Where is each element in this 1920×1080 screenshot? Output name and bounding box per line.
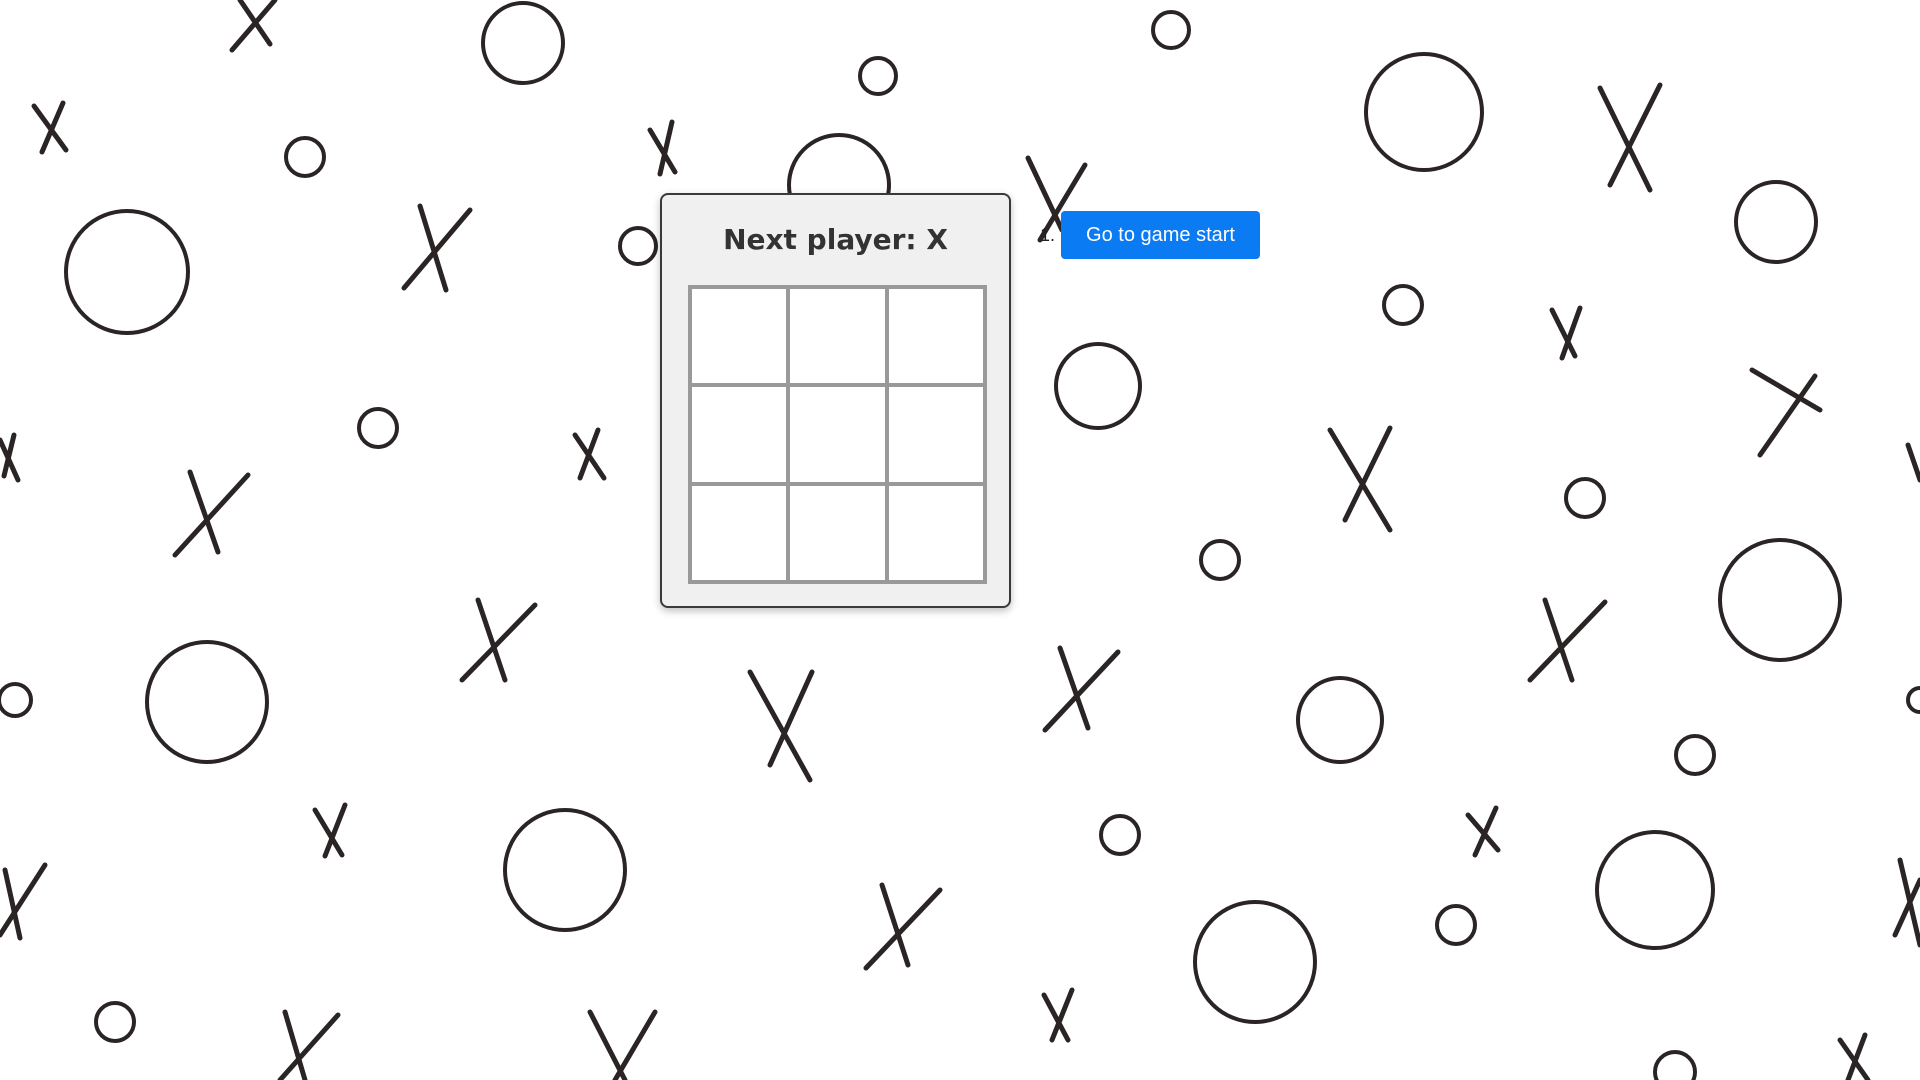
move-index: 1. [1040,224,1056,245]
board-square-9[interactable] [886,483,985,582]
go-to-game-start-button[interactable]: Go to game start [1061,211,1261,259]
game-status: Next player: X [723,223,948,256]
board-square-8[interactable] [788,483,887,582]
board-square-3[interactable] [886,287,985,386]
board-square-2[interactable] [788,287,887,386]
move-history: 1. Go to game start [1040,211,1261,259]
game-board [688,285,987,584]
move-history-item: 1. Go to game start [1040,211,1261,259]
board-square-7[interactable] [690,483,789,582]
game-panel: Next player: X [660,193,1011,608]
board-square-4[interactable] [690,385,789,484]
board-square-5[interactable] [788,385,887,484]
board-square-6[interactable] [886,385,985,484]
board-square-1[interactable] [690,287,789,386]
